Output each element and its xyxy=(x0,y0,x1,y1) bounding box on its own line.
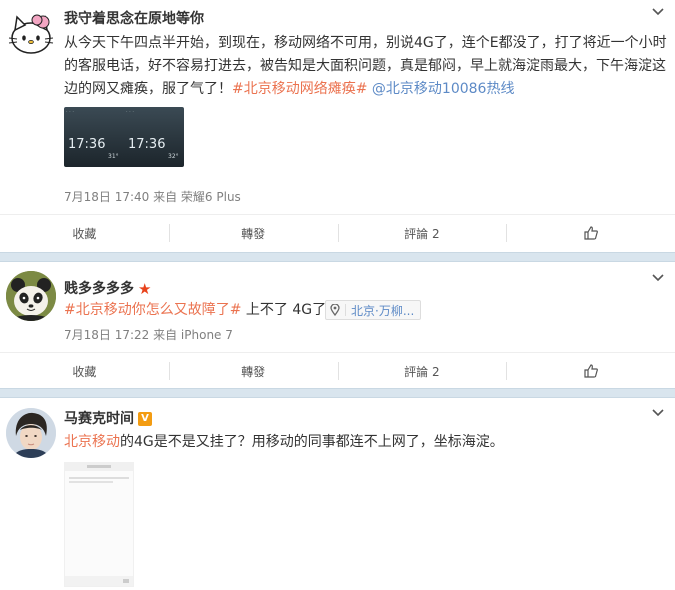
chevron-down-icon[interactable] xyxy=(651,406,665,420)
location-label: 北京·万柳... xyxy=(351,303,415,318)
post-text: 从今天下午四点半开始，到现在，移动网络不可用，别说4G了，连个E都没了，打了将近… xyxy=(64,32,667,101)
comment-button[interactable]: 評論 2 xyxy=(337,353,507,389)
image-temp: 31° xyxy=(108,153,119,160)
author-name[interactable]: 马赛克时间 V xyxy=(64,408,152,428)
post-separator xyxy=(0,388,675,398)
post-meta[interactable]: 7月18日 17:22 来自 iPhone 7 xyxy=(64,326,233,343)
hashtag-link[interactable]: #北京移动你怎么又故障了# xyxy=(64,302,241,318)
user-photo-avatar-icon xyxy=(6,408,56,458)
action-bar: 收藏 轉發 評論 2 xyxy=(0,214,675,251)
chevron-down-icon[interactable] xyxy=(651,5,665,19)
post-text: 北京移动的4G是不是又挂了？用移动的同事都连不上网了，坐标海淀。 xyxy=(64,431,667,454)
like-button[interactable] xyxy=(506,353,675,389)
favorite-button[interactable]: 收藏 xyxy=(0,353,169,389)
location-pin-icon xyxy=(330,304,340,316)
avatar[interactable] xyxy=(6,271,56,321)
post-body: 上不了 4G了 xyxy=(241,302,327,318)
repost-button[interactable]: 轉發 xyxy=(168,215,338,251)
author-name[interactable]: 贱多多多多 ★ xyxy=(64,278,151,298)
hello-kitty-avatar-icon xyxy=(6,8,56,58)
thumbs-up-icon xyxy=(584,226,598,240)
repost-button[interactable]: 轉發 xyxy=(168,353,338,389)
post-image[interactable] xyxy=(64,462,134,587)
image-temp: 32° xyxy=(168,153,179,160)
hashtag-link[interactable]: 北京移动 xyxy=(64,434,120,450)
weibo-post-1: 我守着思念在原地等你 从今天下午四点半开始，到现在，移动网络不可用，别说4G了，… xyxy=(0,0,675,252)
member-star-icon: ★ xyxy=(138,280,152,298)
panda-avatar-icon xyxy=(6,271,56,321)
avatar[interactable] xyxy=(6,8,56,58)
verified-badge-icon: V xyxy=(138,412,152,426)
weibo-post-2: 贱多多多多 ★ #北京移动你怎么又故障了# 上不了 4G了 北京·万柳... 7月… xyxy=(0,262,675,388)
post-meta[interactable]: 7月18日 17:40 来自 荣耀6 Plus xyxy=(64,188,241,205)
image-time: 17:36 xyxy=(68,137,106,152)
phone-screenshot-2: · · · 17:36 32° xyxy=(126,109,179,160)
weibo-post-3: 马赛克时间 V 北京移动的4G是不是又挂了？用移动的同事都连不上网了，坐标海淀。 xyxy=(0,398,675,587)
action-bar: 收藏 轉發 評論 2 xyxy=(0,352,675,389)
thumbs-up-icon xyxy=(584,364,598,378)
avatar[interactable] xyxy=(6,408,56,458)
post-separator xyxy=(0,252,675,262)
favorite-button[interactable]: 收藏 xyxy=(0,215,169,251)
hashtag-link[interactable]: #北京移动网络瘫痪# xyxy=(232,81,367,97)
post-image[interactable]: · · · 17:36 31° · · · 17:36 32° xyxy=(64,107,184,167)
post-body: 的4G是不是又挂了？用移动的同事都连不上网了，坐标海淀。 xyxy=(120,434,504,450)
chevron-down-icon[interactable] xyxy=(651,271,665,285)
comment-button[interactable]: 評論 2 xyxy=(337,215,507,251)
post-text: #北京移动你怎么又故障了# 上不了 4G了 xyxy=(64,299,326,322)
location-tag[interactable]: 北京·万柳... xyxy=(325,300,422,320)
mobile-screenshot-icon xyxy=(65,463,133,586)
mention-link[interactable]: @北京移动10086热线 xyxy=(372,81,515,97)
author-name[interactable]: 我守着思念在原地等你 xyxy=(64,8,204,28)
image-time: 17:36 xyxy=(128,137,166,152)
like-button[interactable] xyxy=(506,215,675,251)
